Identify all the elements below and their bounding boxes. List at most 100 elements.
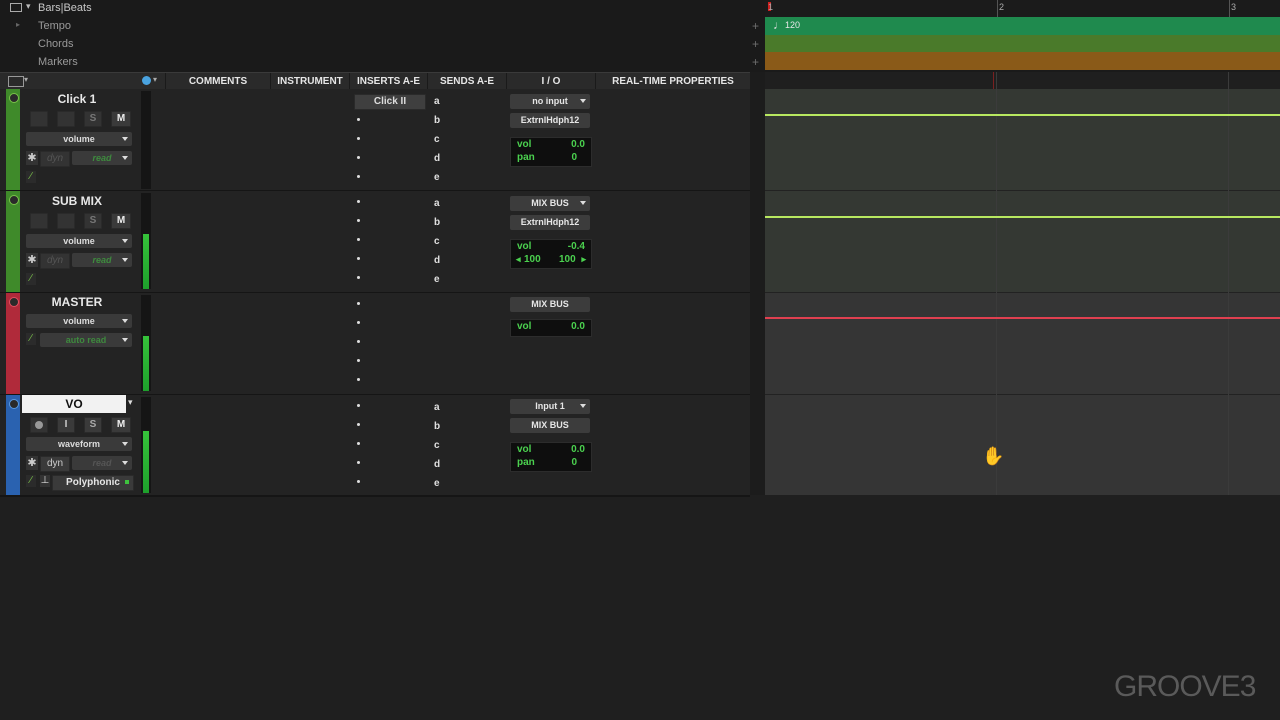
insert-slot-d[interactable] [357, 156, 360, 159]
output-selector[interactable]: ExtrnlHdph12 [510, 215, 590, 230]
column-inserts[interactable]: INSERTS A-E [349, 73, 427, 90]
track-sub-mix[interactable]: SUB MIX S M volume ✱ dyn read ∕ a b c d … [0, 191, 750, 294]
insert-slot-a[interactable] [357, 200, 360, 203]
elastic-audio-selector[interactable]: Polyphonic [52, 475, 134, 491]
pan-left-value[interactable]: 100 [524, 254, 541, 265]
insert-slot-b[interactable] [357, 321, 360, 324]
insert-slot-b[interactable] [357, 423, 360, 426]
track-view-selector[interactable]: volume [26, 314, 132, 328]
mute-button[interactable]: M [111, 213, 131, 229]
track-lane-submix[interactable] [765, 191, 1280, 292]
output-selector[interactable]: MIX BUS [510, 418, 590, 433]
record-button[interactable] [30, 417, 48, 433]
insert-slot-c[interactable] [357, 238, 360, 241]
track-name[interactable]: VO [22, 395, 126, 413]
markers-lane[interactable] [765, 52, 1280, 70]
volume-automation-line-click[interactable] [765, 114, 1280, 116]
track-view-selector[interactable]: waveform [26, 437, 132, 451]
input-monitor-button[interactable] [57, 111, 75, 127]
input-selector[interactable]: no input [510, 94, 590, 109]
track-name[interactable]: SUB MIX [22, 192, 132, 210]
add-marker-icon[interactable]: + [752, 55, 759, 69]
insert-slot-e[interactable] [357, 378, 360, 381]
input-monitor-button[interactable] [57, 213, 75, 229]
input-monitor-button[interactable]: I [57, 417, 75, 433]
track-expand-icon[interactable] [9, 195, 19, 205]
volume-pan-readout[interactable]: vol 0.0 pan 0 [510, 442, 592, 472]
track-lane-click[interactable] [765, 89, 1280, 190]
snowflake-icon[interactable]: ✱ [26, 151, 38, 165]
volume-readout[interactable]: vol 0.0 [510, 319, 592, 337]
send-slot-e[interactable]: e [434, 478, 440, 489]
insert-slot-c[interactable] [357, 340, 360, 343]
pan-value[interactable]: 0 [571, 152, 577, 163]
pencil-icon[interactable]: ∕ [26, 273, 36, 285]
ruler-markers[interactable]: Markers + [0, 54, 765, 72]
track-lane-master[interactable] [765, 293, 1280, 394]
track-name[interactable]: MASTER [22, 293, 132, 311]
tempo-expand-icon[interactable]: ▸ [16, 20, 20, 29]
insert-slot-e[interactable] [357, 276, 360, 279]
add-tempo-icon[interactable]: + [752, 19, 759, 33]
send-slot-d[interactable]: d [434, 459, 440, 470]
ruler-tempo[interactable]: ▸ Tempo + [0, 18, 765, 36]
track-expand-icon[interactable] [9, 297, 19, 307]
track-view-selector[interactable]: volume [26, 234, 132, 248]
vol-value[interactable]: 0.0 [571, 444, 585, 455]
volume-automation-line-submix[interactable] [765, 216, 1280, 218]
track-name-menu-icon[interactable]: ▾ [128, 397, 133, 408]
insert-slot-a[interactable]: Click II [354, 94, 426, 110]
pencil-icon[interactable]: ∕ [26, 475, 36, 487]
ruler-menu-icon[interactable] [10, 3, 22, 12]
send-slot-d[interactable]: d [434, 153, 440, 164]
insert-slot-c[interactable] [357, 442, 360, 445]
solo-button[interactable]: S [84, 417, 102, 433]
send-slot-b[interactable]: b [434, 115, 440, 126]
send-slot-c[interactable]: c [434, 236, 440, 247]
send-slot-b[interactable]: b [434, 421, 440, 432]
insert-slot-d[interactable] [357, 257, 360, 260]
elastic-audio-icon[interactable]: ⊥ [40, 475, 50, 487]
insert-slot-d[interactable] [357, 359, 360, 362]
track-click-1[interactable]: Click 1 S M volume ✱ dyn read ∕ Click II… [0, 89, 750, 192]
send-slot-b[interactable]: b [434, 217, 440, 228]
output-selector[interactable]: ExtrnlHdph12 [510, 113, 590, 128]
bars-beats-lane[interactable]: 1 2 3 [765, 0, 1280, 17]
column-comments[interactable]: COMMENTS [165, 73, 270, 90]
column-sends[interactable]: SENDS A-E [427, 73, 506, 90]
track-list-menu-icon[interactable]: ▾ [24, 75, 28, 84]
mute-button[interactable]: M [111, 417, 131, 433]
dyn-button[interactable]: dyn [40, 253, 70, 269]
pencil-icon[interactable]: ∕ [26, 333, 36, 345]
record-button[interactable] [30, 111, 48, 127]
send-slot-d[interactable]: d [434, 255, 440, 266]
insert-slot-b[interactable] [357, 219, 360, 222]
track-vo[interactable]: VO ▾ I S M waveform ✱ dyn read ∕ ⊥ Polyp… [0, 395, 750, 497]
ruler-chords[interactable]: Chords + [0, 36, 765, 54]
vol-value[interactable]: 0.0 [571, 139, 585, 150]
insert-slot-a[interactable] [357, 404, 360, 407]
pan-right-value[interactable]: 100 [559, 254, 576, 265]
track-expand-icon[interactable] [9, 93, 19, 103]
record-button[interactable] [30, 213, 48, 229]
insert-slot-a[interactable] [357, 302, 360, 305]
column-real-time-properties[interactable]: REAL-TIME PROPERTIES [595, 73, 750, 90]
automation-mode-selector[interactable]: read [72, 456, 132, 470]
automation-mode-selector[interactable]: auto read [40, 333, 132, 347]
send-slot-c[interactable]: c [434, 440, 440, 451]
track-master[interactable]: MASTER volume ∕ auto read MIX BUS vol 0.… [0, 293, 750, 396]
snowflake-icon[interactable]: ✱ [26, 456, 38, 470]
snowflake-icon[interactable]: ✱ [26, 253, 38, 267]
chords-lane[interactable] [765, 35, 1280, 52]
view-menu-icon[interactable]: ▾ [153, 75, 157, 84]
solo-button[interactable]: S [84, 111, 102, 127]
vol-value[interactable]: -0.4 [568, 241, 585, 252]
view-selector-icon[interactable] [142, 76, 151, 85]
send-slot-a[interactable]: a [434, 402, 440, 413]
insert-slot-b[interactable] [357, 118, 360, 121]
track-view-selector[interactable]: volume [26, 132, 132, 146]
pencil-icon[interactable]: ∕ [26, 171, 36, 183]
track-lane-vo[interactable] [765, 395, 1280, 495]
add-chord-icon[interactable]: + [752, 37, 759, 51]
volume-pan-readout[interactable]: vol 0.0 pan 0 [510, 137, 592, 167]
